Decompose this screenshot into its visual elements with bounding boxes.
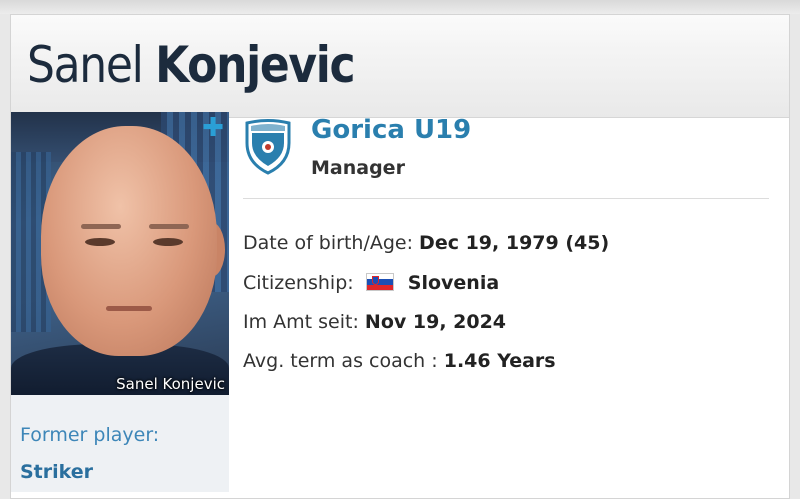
- citizenship-row: Citizenship: Slovenia: [243, 272, 499, 294]
- dob-value: Dec 19, 1979 (45): [419, 232, 610, 254]
- citizenship-label: Citizenship:: [243, 272, 354, 294]
- head: [41, 126, 217, 356]
- page-title: Sanel Konjevic: [27, 35, 356, 95]
- profile-header: Sanel Konjevic: [11, 15, 789, 118]
- appointed-row: Im Amt seit: Nov 19, 2024: [243, 311, 506, 333]
- brow-right: [149, 224, 189, 229]
- citizenship-value[interactable]: Slovenia: [408, 272, 499, 294]
- former-player-position[interactable]: Striker: [20, 461, 93, 483]
- divider: [243, 198, 769, 199]
- last-name: Konjevic: [155, 36, 355, 94]
- mouth: [106, 306, 152, 311]
- eye-right: [153, 238, 183, 246]
- dob-label: Date of birth/Age:: [243, 232, 413, 254]
- club-name-link[interactable]: Gorica U19: [311, 115, 471, 145]
- eye-left: [85, 238, 115, 246]
- dob-row: Date of birth/Age: Dec 19, 1979 (45): [243, 232, 609, 254]
- plus-icon[interactable]: ✚: [201, 115, 225, 141]
- appointed-value: Nov 19, 2024: [364, 311, 507, 333]
- club-crest-icon[interactable]: [243, 119, 293, 175]
- avatar[interactable]: ✚ Sanel Konjevic: [11, 112, 229, 395]
- browser-top-edge: [0, 0, 800, 14]
- photo-caption: Sanel Konjevic: [116, 375, 225, 393]
- appointed-label: Im Amt seit:: [243, 311, 359, 333]
- role-label: Manager: [311, 157, 405, 179]
- photo-column: ✚ Sanel Konjevic Former player: Striker: [11, 112, 229, 492]
- slovenia-flag-icon: [365, 273, 394, 291]
- first-name: Sanel: [27, 36, 144, 94]
- brow-left: [81, 224, 121, 229]
- avg-term-label: Avg. term as coach :: [243, 350, 438, 372]
- avg-term-value: 1.46 Years: [443, 350, 556, 372]
- former-player-label: Former player:: [20, 424, 160, 446]
- avg-term-row: Avg. term as coach : 1.46 Years: [243, 350, 556, 372]
